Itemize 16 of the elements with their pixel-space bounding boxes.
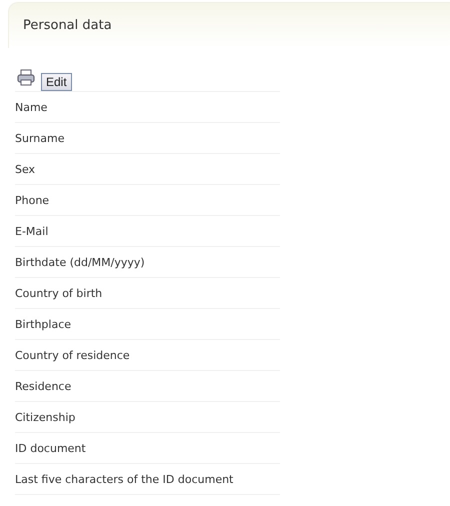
field-label: Citizenship — [15, 410, 76, 424]
field-label: Country of residence — [15, 348, 130, 362]
field-label: E-Mail — [15, 224, 48, 238]
field-label: Surname — [15, 132, 64, 144]
field-label: Sex — [15, 162, 36, 176]
printer-icon[interactable] — [17, 69, 35, 86]
field-label: Birthplace — [15, 318, 72, 330]
edit-button[interactable]: Edit — [41, 73, 72, 91]
field-label: Name — [15, 100, 48, 114]
field-label: Birthdate (dd/MM/yyyy) — [15, 256, 145, 268]
field-label: Phone — [15, 194, 50, 206]
field-label: ID document — [15, 442, 86, 454]
field-label: Last five characters of the ID document — [15, 472, 234, 486]
field-label: Country of birth — [15, 286, 102, 300]
field-label: Residence — [15, 380, 72, 392]
panel-title: Personal data — [23, 18, 112, 33]
